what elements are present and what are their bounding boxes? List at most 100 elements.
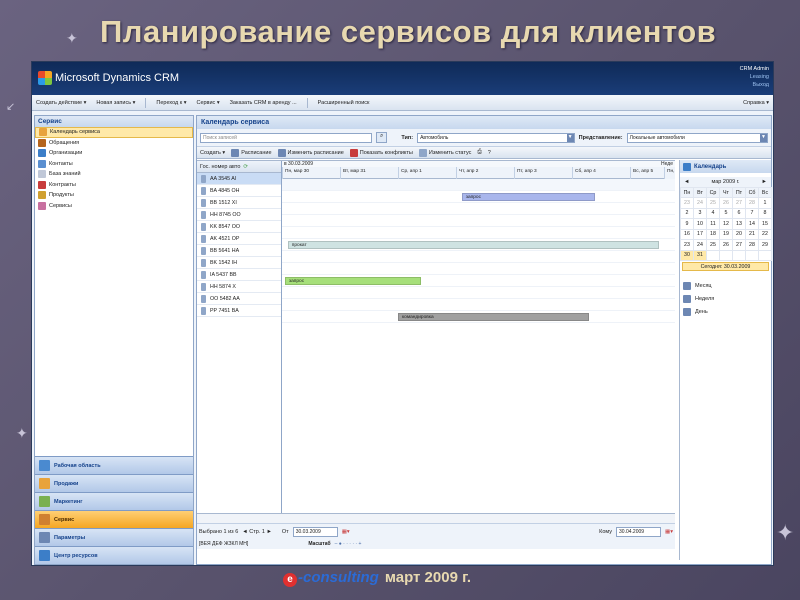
calendar-day[interactable]: 19: [719, 228, 733, 240]
nav-item[interactable]: Контакты: [35, 159, 193, 170]
calendar-day[interactable]: 7: [745, 207, 759, 219]
calendar-day[interactable]: 26: [719, 197, 733, 209]
resource-row[interactable]: BK 1542 IH: [197, 257, 281, 269]
scale-slider[interactable]: – ● · · · · · +: [335, 541, 362, 547]
next-month-button[interactable]: ►: [762, 179, 767, 185]
calendar-day[interactable]: 26: [719, 239, 733, 251]
calendar-day[interactable]: 21: [745, 228, 759, 240]
workarea-button[interactable]: Продажи: [35, 474, 193, 492]
calendar-day[interactable]: 16: [680, 228, 694, 240]
timeline-row[interactable]: [282, 179, 675, 191]
appointment-bar[interactable]: запрос: [284, 277, 422, 285]
view-option[interactable]: Неделя: [680, 292, 771, 305]
search-icon[interactable]: ⌕: [375, 132, 388, 143]
appointment-bar[interactable]: запрос: [461, 193, 596, 201]
resource-row[interactable]: HH 5874 X: [197, 281, 281, 293]
user-org[interactable]: Leasing: [740, 73, 769, 81]
nav-item[interactable]: Организации: [35, 148, 193, 159]
timeline-row[interactable]: [282, 263, 675, 275]
resource-row[interactable]: HH 8745 OO: [197, 209, 281, 221]
nav-item[interactable]: Продукты: [35, 190, 193, 201]
calendar-icon[interactable]: ▦▾: [665, 529, 673, 535]
appointment-bar[interactable]: командировка: [398, 313, 590, 321]
create-activity-menu[interactable]: Создать действие ▾: [36, 100, 86, 106]
advanced-find-button[interactable]: Расширенный поиск: [318, 100, 370, 106]
resource-row[interactable]: OO 5482 AA: [197, 293, 281, 305]
calendar-day[interactable]: 30: [680, 249, 694, 261]
resource-row[interactable]: BB 5641 HA: [197, 245, 281, 257]
service-menu[interactable]: Сервис ▾: [196, 100, 219, 106]
workarea-button[interactable]: Параметры: [35, 528, 193, 546]
timeline-row[interactable]: командировка: [282, 311, 675, 323]
calendar-day[interactable]: 8: [758, 207, 772, 219]
calendar-day[interactable]: 18: [706, 228, 720, 240]
calendar-day[interactable]: 28: [745, 239, 759, 251]
resource-row[interactable]: AA 3545 AI: [197, 173, 281, 185]
calendar-day[interactable]: 17: [693, 228, 707, 240]
from-date-input[interactable]: 30.03.2009: [292, 526, 338, 537]
calendar-day[interactable]: 23: [680, 239, 694, 251]
nav-item[interactable]: База знаний: [35, 169, 193, 180]
timeline-row[interactable]: прокат: [282, 239, 675, 251]
nav-item[interactable]: Сервисы: [35, 201, 193, 212]
action-button[interactable]: Изменить статус: [418, 148, 471, 157]
calendar-day[interactable]: 20: [732, 228, 746, 240]
search-input[interactable]: Поиск записей: [200, 132, 372, 143]
calendar-day[interactable]: 24: [693, 239, 707, 251]
timeline-row[interactable]: [282, 251, 675, 263]
calendar-day[interactable]: 10: [693, 218, 707, 230]
to-date-input[interactable]: 30.04.2009: [616, 526, 662, 537]
calendar-day[interactable]: 25: [706, 239, 720, 251]
timeline-row[interactable]: [282, 287, 675, 299]
calendar-day[interactable]: 6: [732, 207, 746, 219]
workarea-button[interactable]: Центр ресурсов: [35, 546, 193, 564]
calendar-day[interactable]: 2: [680, 207, 694, 219]
appointment-bar[interactable]: прокат: [287, 241, 659, 249]
action-button[interactable]: Показать конфликты: [349, 148, 413, 157]
workarea-button[interactable]: Маркетинг: [35, 492, 193, 510]
calendar-day[interactable]: 27: [732, 239, 746, 251]
calendar-day[interactable]: 12: [719, 218, 733, 230]
calendar-day[interactable]: 13: [732, 218, 746, 230]
timeline-row[interactable]: запрос: [282, 275, 675, 287]
refresh-icon[interactable]: ⟳: [243, 164, 248, 170]
calendar-day[interactable]: 22: [758, 228, 772, 240]
resource-row[interactable]: KK 8547 OO: [197, 221, 281, 233]
calendar-day[interactable]: 11: [706, 218, 720, 230]
calendar-day[interactable]: 9: [680, 218, 694, 230]
nav-item[interactable]: Календарь сервиса: [35, 127, 193, 138]
calendar-day[interactable]: 4: [706, 207, 720, 219]
today-link[interactable]: Сегодня: 30.03.2009: [682, 262, 769, 271]
timeline-row[interactable]: [282, 227, 675, 239]
pager[interactable]: ◄ Стр. 1 ►: [242, 529, 272, 535]
resource-row[interactable]: PP 7451 BA: [197, 305, 281, 317]
nav-item[interactable]: Обращения: [35, 138, 193, 149]
prev-month-button[interactable]: ◄: [684, 179, 689, 185]
type-select[interactable]: Автомобиль ▼: [417, 132, 575, 143]
nav-item[interactable]: Контракты: [35, 180, 193, 191]
resource-row[interactable]: IA 5437 BB: [197, 269, 281, 281]
calendar-day[interactable]: 14: [745, 218, 759, 230]
calendar-day[interactable]: 29: [758, 239, 772, 251]
calendar-day[interactable]: 23: [680, 197, 694, 209]
calendar-day[interactable]: 25: [706, 197, 720, 209]
calendar-day[interactable]: 31: [693, 249, 707, 261]
calendar-day[interactable]: 27: [732, 197, 746, 209]
alphabet-filter[interactable]: [ВЕЯ ДЕФ ЖЗКЛ МН]: [199, 541, 248, 547]
calendar-day[interactable]: 1: [758, 197, 772, 209]
calendar-day[interactable]: 5: [719, 207, 733, 219]
calendar-icon[interactable]: ▦▾: [342, 529, 350, 535]
timeline-row[interactable]: [282, 215, 675, 227]
resource-row[interactable]: BB 1512 XI: [197, 197, 281, 209]
calendar-day[interactable]: 3: [693, 207, 707, 219]
resource-row[interactable]: AK 4521 OP: [197, 233, 281, 245]
timeline-row[interactable]: запрос: [282, 191, 675, 203]
goto-menu[interactable]: Переход к ▾: [156, 100, 186, 106]
action-button[interactable]: Создать ▾: [200, 150, 225, 156]
order-crm-button[interactable]: Заказать CRM в аренду ...: [230, 100, 297, 106]
horizontal-scrollbar[interactable]: [197, 513, 675, 523]
help-icon[interactable]: ?: [488, 150, 491, 156]
view-option[interactable]: День: [680, 305, 771, 318]
logout-link[interactable]: Выход: [740, 81, 769, 89]
timeline-row[interactable]: [282, 299, 675, 311]
